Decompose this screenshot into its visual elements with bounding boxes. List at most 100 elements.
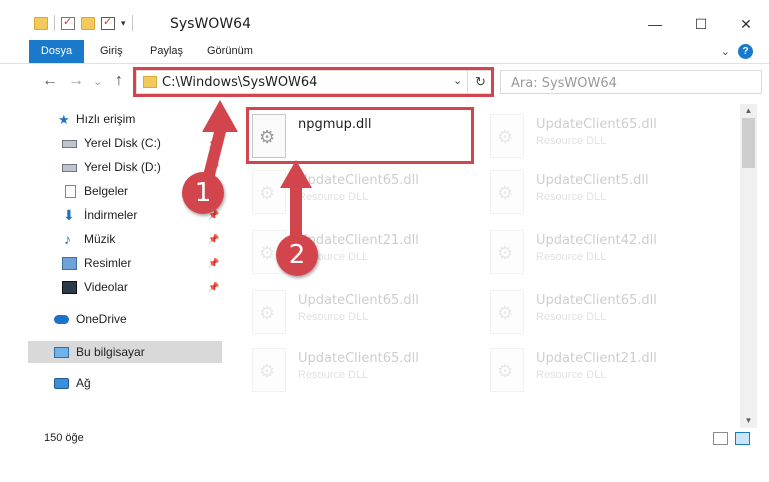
status-bar: 150 öğe [0, 428, 769, 450]
file-type: Resource DLL [298, 311, 369, 323]
sidebar-item-label: Bu bilgisayar [76, 345, 145, 359]
forward-arrow-icon[interactable]: → [68, 72, 84, 90]
cloud-icon [54, 315, 69, 324]
dll-file-icon [490, 290, 524, 334]
sidebar-item-label: İndirmeler [84, 208, 138, 222]
search-input[interactable]: Ara: SysWOW64 [511, 76, 617, 91]
dll-file-icon [490, 114, 524, 158]
sidebar-item-onedrive[interactable]: OneDrive [0, 308, 222, 330]
address-highlight-box [133, 67, 494, 97]
step-1-badge: 1 [182, 172, 224, 214]
details-view-icon[interactable] [713, 432, 728, 445]
up-arrow-icon[interactable]: ↑ [115, 72, 123, 90]
properties-icon[interactable] [61, 15, 75, 30]
item-count: 150 öğe [44, 432, 84, 444]
file-type: Resource DLL [536, 311, 607, 323]
file-item[interactable]: UpdateClient65.dll Resource DLL [236, 164, 466, 220]
window-title: SysWOW64 [170, 16, 251, 32]
file-type: Resource DLL [536, 251, 607, 263]
minimize-button[interactable]: — [640, 12, 670, 36]
file-item[interactable]: UpdateClient21.dll Resource DLL [236, 224, 466, 280]
star-icon: ★ [58, 111, 70, 127]
recent-locations-icon[interactable]: ⌄ [93, 75, 102, 88]
ribbon-tabs: Dosya Giriş Paylaş Görünüm ⌄ ? [0, 40, 769, 64]
pin-icon: 📌 [208, 257, 220, 268]
file-name: UpdateClient5.dll [536, 173, 649, 188]
file-item[interactable]: UpdateClient65.dll Resource DLL [474, 108, 704, 164]
file-item[interactable]: UpdateClient5.dll Resource DLL [474, 164, 704, 220]
sidebar-item-this-pc[interactable]: Bu bilgisayar [28, 341, 222, 363]
file-type: Resource DLL [536, 135, 607, 147]
file-item[interactable]: UpdateClient21.dll Resource DLL [474, 342, 704, 398]
large-icons-view-icon[interactable] [735, 432, 750, 445]
scroll-thumb[interactable] [742, 118, 755, 168]
video-icon [62, 280, 77, 294]
search-box[interactable]: Ara: SysWOW64 [500, 70, 762, 94]
help-icon[interactable]: ? [738, 44, 753, 59]
sidebar-item-music[interactable]: ♪ Müzik 📌 [0, 228, 222, 250]
sidebar-item-network[interactable]: Ağ [0, 372, 222, 394]
sidebar-item-label: Yerel Disk (C:) [84, 136, 161, 150]
sidebar-item-videos[interactable]: Videolar 📌 [0, 276, 222, 298]
file-item[interactable]: UpdateClient65.dll Resource DLL [474, 284, 704, 340]
scroll-down-icon[interactable]: ▼ [740, 414, 757, 428]
sidebar-item-label: Videolar [84, 280, 128, 294]
vertical-scrollbar[interactable]: ▲ ▼ [740, 104, 757, 428]
drive-icon [62, 140, 77, 148]
new-folder-icon[interactable] [81, 16, 95, 30]
back-arrow-icon[interactable]: ← [42, 72, 58, 90]
folder-icon [34, 16, 48, 30]
sidebar-item-label: Resimler [84, 256, 132, 270]
dll-file-icon [490, 230, 524, 274]
file-type: Resource DLL [536, 369, 607, 381]
network-icon [54, 377, 69, 389]
title-bar: ▾ SysWOW64 — ☐ ✕ [0, 0, 769, 38]
file-item[interactable]: UpdateClient42.dll Resource DLL [474, 224, 704, 280]
file-name: UpdateClient21.dll [536, 351, 657, 366]
sidebar-item-label: Müzik [84, 232, 116, 246]
dll-file-icon [252, 348, 286, 392]
file-explorer-window: ▾ SysWOW64 — ☐ ✕ Dosya Giriş Paylaş Görü… [0, 0, 769, 482]
tab-file[interactable]: Dosya [29, 40, 84, 63]
pin-icon: 📌 [208, 281, 220, 292]
sidebar-item-label: Ağ [76, 376, 91, 390]
close-button[interactable]: ✕ [731, 12, 761, 36]
scroll-up-icon[interactable]: ▲ [740, 104, 757, 118]
document-icon [65, 184, 76, 198]
file-name: UpdateClient65.dll [536, 293, 657, 308]
sidebar-item-pictures[interactable]: Resimler 📌 [0, 252, 222, 274]
quick-access-toolbar: ▾ [34, 13, 133, 33]
drive-icon [62, 164, 77, 172]
computer-icon [54, 347, 69, 358]
ribbon-collapse-icon[interactable]: ⌄ [721, 45, 730, 58]
sidebar-item-label: Yerel Disk (D:) [84, 160, 161, 174]
tab-share[interactable]: Paylaş [150, 40, 183, 63]
file-type: Resource DLL [536, 191, 607, 203]
sidebar-item-label: Hızlı erişim [76, 112, 136, 126]
pictures-icon [62, 256, 77, 270]
tab-view[interactable]: Görünüm [207, 40, 253, 63]
file-type: Resource DLL [298, 369, 369, 381]
toolbar-divider [54, 15, 55, 31]
sidebar-item-label: OneDrive [76, 312, 127, 326]
file-name: UpdateClient65.dll [298, 351, 419, 366]
file-name: UpdateClient65.dll [536, 117, 657, 132]
pin-icon: 📌 [208, 233, 220, 244]
toolbar-divider [131, 15, 133, 31]
dll-file-icon [490, 170, 524, 214]
maximize-button[interactable]: ☐ [686, 12, 716, 36]
file-item[interactable]: UpdateClient65.dll Resource DLL [236, 342, 466, 398]
download-icon: ⬇ [63, 206, 75, 223]
step-2-badge: 2 [276, 234, 318, 276]
customize-toolbar-icon[interactable] [101, 15, 115, 30]
file-name: UpdateClient42.dll [536, 233, 657, 248]
tab-home[interactable]: Giriş [100, 40, 123, 63]
file-name: UpdateClient65.dll [298, 293, 419, 308]
file-highlight-box [246, 107, 474, 164]
dll-file-icon [490, 348, 524, 392]
toolbar-dropdown-icon[interactable]: ▾ [121, 18, 126, 29]
dll-file-icon [252, 290, 286, 334]
sidebar-item-label: Belgeler [84, 184, 129, 198]
file-item[interactable]: UpdateClient65.dll Resource DLL [236, 284, 466, 340]
music-icon: ♪ [64, 230, 71, 247]
